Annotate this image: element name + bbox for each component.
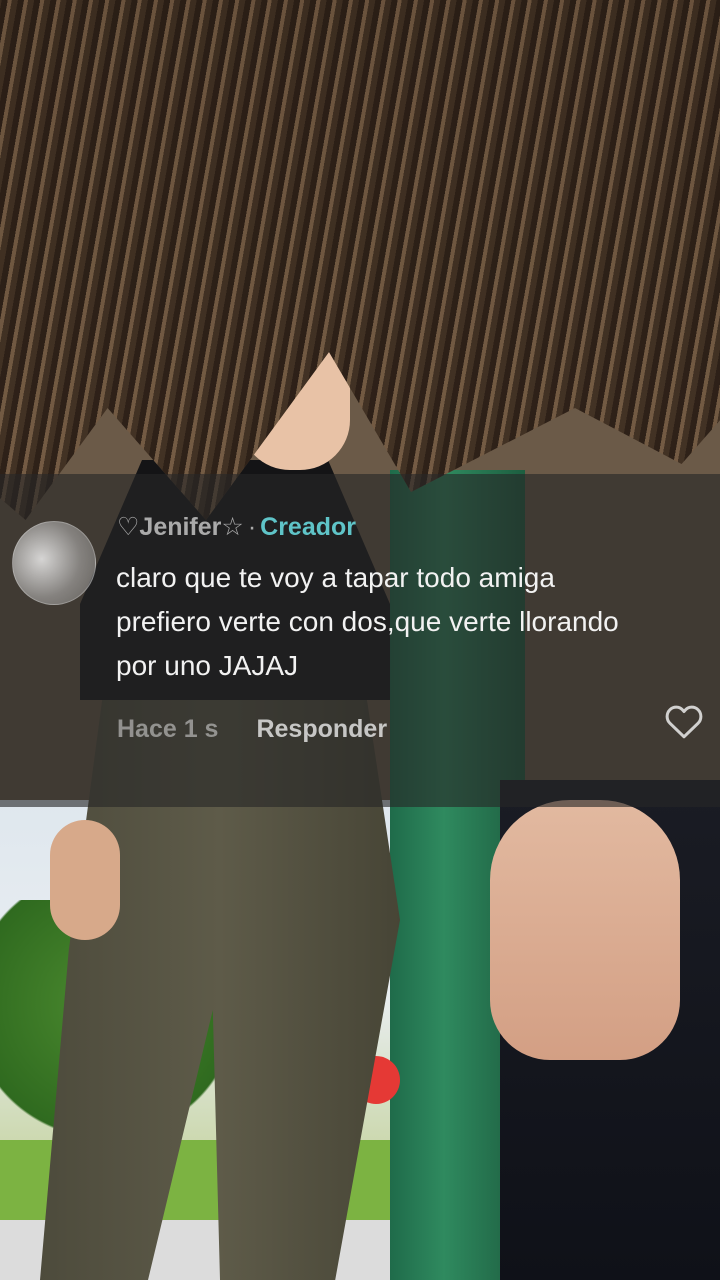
comment-timestamp: Hace 1 s (117, 714, 219, 743)
comment-author[interactable]: ♡Jenifer☆ (117, 512, 244, 542)
comment-author-row: ♡Jenifer☆ · Creador (117, 510, 356, 544)
hair-foreground (0, 0, 720, 520)
author-separator: · (247, 512, 257, 541)
comment-meta-row: Hace 1 s Responder (117, 711, 387, 747)
avatar[interactable] (12, 521, 96, 605)
right-hand (490, 800, 680, 1060)
creator-badge: Creador (260, 512, 357, 541)
reply-button[interactable]: Responder (256, 715, 387, 744)
left-hand (50, 820, 120, 940)
comment-text: claro que te voy a tapar todo amiga pref… (116, 562, 619, 681)
heart-outline-icon[interactable] (664, 702, 704, 740)
